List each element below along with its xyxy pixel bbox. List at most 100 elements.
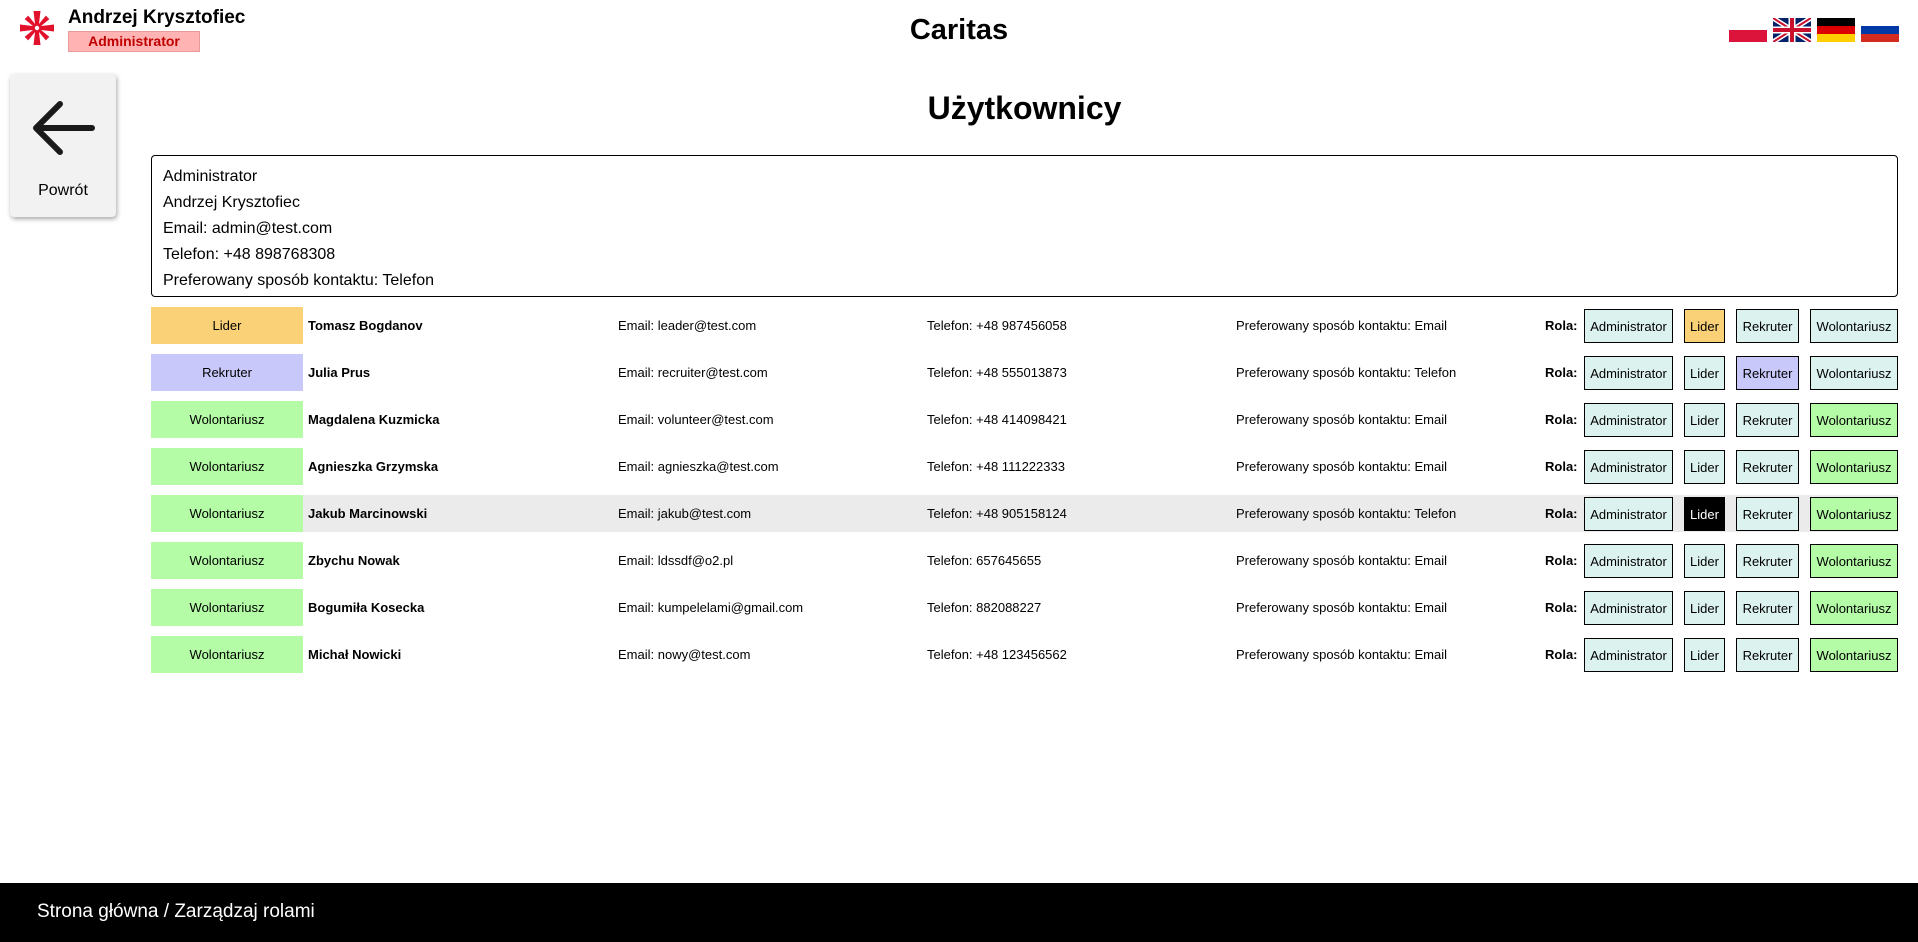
- user-email: Email: jakub@test.com: [618, 506, 752, 521]
- user-contact-preference: Preferowany sposób kontaktu: Email: [1236, 412, 1447, 427]
- role-label: Rola:: [1545, 600, 1578, 615]
- page-title: Użytkownicy: [927, 90, 1122, 126]
- user-email: Email: kumpelelami@gmail.com: [618, 600, 804, 615]
- user-phone: Telefon: +48 555013873: [927, 365, 1067, 380]
- user-contact-preference: Preferowany sposób kontaktu: Email: [1236, 459, 1447, 474]
- user-role-tag: Lider: [151, 307, 303, 344]
- set-role-rekruter-button[interactable]: Rekruter: [1736, 309, 1799, 343]
- current-user-email: Email: admin@test.com: [163, 220, 333, 237]
- user-role-tag: Wolontariusz: [151, 589, 303, 626]
- set-role-administrator-button[interactable]: Administrator: [1584, 356, 1673, 390]
- russia-flag-icon[interactable]: [1861, 18, 1899, 42]
- user-contact-preference: Preferowany sposób kontaktu: Telefon: [1236, 365, 1457, 380]
- user-role-tag: Wolontariusz: [151, 495, 303, 532]
- set-role-administrator-button[interactable]: Administrator: [1584, 309, 1673, 343]
- role-label: Rola:: [1545, 553, 1578, 568]
- users-list: Lider Tomasz Bogdanov Email: leader@test…: [151, 307, 1898, 683]
- set-role-rekruter-button[interactable]: Rekruter: [1736, 450, 1799, 484]
- user-row: Lider Tomasz Bogdanov Email: leader@test…: [151, 307, 1898, 344]
- germany-flag-icon[interactable]: [1817, 18, 1855, 42]
- set-role-rekruter-button[interactable]: Rekruter: [1736, 544, 1799, 578]
- role-label: Rola:: [1545, 412, 1578, 427]
- breadcrumb-home-link[interactable]: Strona główna: [37, 901, 158, 922]
- user-role-tag: Wolontariusz: [151, 636, 303, 673]
- set-role-lider-button[interactable]: Lider: [1684, 309, 1725, 343]
- set-role-wolontariusz-button[interactable]: Wolontariusz: [1810, 309, 1898, 343]
- user-row: Wolontariusz Jakub Marcinowski Email: ja…: [151, 495, 1898, 532]
- user-email: Email: volunteer@test.com: [618, 412, 774, 427]
- user-contact-preference: Preferowany sposób kontaktu: Email: [1236, 553, 1447, 568]
- user-row: Rekruter Julia Prus Email: recruiter@tes…: [151, 354, 1898, 391]
- user-role-tag: Wolontariusz: [151, 448, 303, 485]
- role-label: Rola:: [1545, 647, 1578, 662]
- set-role-wolontariusz-button[interactable]: Wolontariusz: [1810, 403, 1898, 437]
- role-label: Rola:: [1545, 459, 1578, 474]
- set-role-wolontariusz-button[interactable]: Wolontariusz: [1810, 591, 1898, 625]
- set-role-administrator-button[interactable]: Administrator: [1584, 638, 1673, 672]
- poland-flag-icon[interactable]: [1729, 18, 1767, 42]
- set-role-rekruter-button[interactable]: Rekruter: [1736, 591, 1799, 625]
- breadcrumb-separator: /: [158, 901, 175, 922]
- current-user-role: Administrator: [163, 168, 258, 185]
- set-role-rekruter-button[interactable]: Rekruter: [1736, 356, 1799, 390]
- set-role-lider-button[interactable]: Lider: [1684, 497, 1725, 531]
- uk-flag-icon[interactable]: [1773, 18, 1811, 42]
- user-row: Wolontariusz Magdalena Kuzmicka Email: v…: [151, 401, 1898, 438]
- set-role-administrator-button[interactable]: Administrator: [1584, 497, 1673, 531]
- user-phone: Telefon: +48 905158124: [927, 506, 1067, 521]
- set-role-rekruter-button[interactable]: Rekruter: [1736, 638, 1799, 672]
- user-contact-preference: Preferowany sposób kontaktu: Telefon: [1236, 506, 1457, 521]
- back-button[interactable]: Powrót: [10, 74, 116, 217]
- set-role-wolontariusz-button[interactable]: Wolontariusz: [1810, 356, 1898, 390]
- user-name: Jakub Marcinowski: [308, 506, 428, 521]
- user-email: Email: agnieszka@test.com: [618, 459, 779, 474]
- set-role-wolontariusz-button[interactable]: Wolontariusz: [1810, 450, 1898, 484]
- user-name: Agnieszka Grzymska: [308, 459, 439, 474]
- set-role-lider-button[interactable]: Lider: [1684, 544, 1725, 578]
- set-role-administrator-button[interactable]: Administrator: [1584, 591, 1673, 625]
- user-role-tag: Wolontariusz: [151, 401, 303, 438]
- breadcrumb: Strona główna / Zarządzaj rolami: [37, 901, 315, 923]
- set-role-lider-button[interactable]: Lider: [1684, 638, 1725, 672]
- back-button-label: Powrót: [38, 182, 88, 199]
- user-contact-preference: Preferowany sposób kontaktu: Email: [1236, 600, 1447, 615]
- set-role-administrator-button[interactable]: Administrator: [1584, 450, 1673, 484]
- role-label: Rola:: [1545, 318, 1578, 333]
- user-role-tag: Rekruter: [151, 354, 303, 391]
- set-role-administrator-button[interactable]: Administrator: [1584, 403, 1673, 437]
- user-name: Magdalena Kuzmicka: [308, 412, 440, 427]
- user-phone: Telefon: 882088227: [927, 600, 1042, 615]
- user-name: Zbychu Nowak: [308, 553, 400, 568]
- user-name: Michał Nowicki: [308, 647, 402, 662]
- current-user-card: Administrator Andrzej Krysztofiec Email:…: [151, 155, 1898, 297]
- user-phone: Telefon: +48 123456562: [927, 647, 1067, 662]
- user-name: Julia Prus: [308, 365, 371, 380]
- user-phone: Telefon: +48 414098421: [927, 412, 1067, 427]
- set-role-wolontariusz-button[interactable]: Wolontariusz: [1810, 638, 1898, 672]
- role-label: Rola:: [1545, 365, 1578, 380]
- user-role-tag: Wolontariusz: [151, 542, 303, 579]
- set-role-wolontariusz-button[interactable]: Wolontariusz: [1810, 497, 1898, 531]
- user-name: Tomasz Bogdanov: [308, 318, 423, 333]
- user-contact-preference: Preferowany sposób kontaktu: Email: [1236, 647, 1447, 662]
- user-phone: Telefon: +48 987456058: [927, 318, 1067, 333]
- language-switcher: [1729, 18, 1899, 42]
- user-phone: Telefon: 657645655: [927, 553, 1042, 568]
- set-role-lider-button[interactable]: Lider: [1684, 356, 1725, 390]
- set-role-wolontariusz-button[interactable]: Wolontariusz: [1810, 544, 1898, 578]
- set-role-administrator-button[interactable]: Administrator: [1584, 544, 1673, 578]
- set-role-rekruter-button[interactable]: Rekruter: [1736, 497, 1799, 531]
- user-contact-preference: Preferowany sposób kontaktu: Email: [1236, 318, 1447, 333]
- arrow-left-icon: [33, 101, 95, 155]
- set-role-lider-button[interactable]: Lider: [1684, 450, 1725, 484]
- breadcrumb-manage-roles: Zarządzaj rolami: [174, 901, 315, 922]
- set-role-rekruter-button[interactable]: Rekruter: [1736, 403, 1799, 437]
- user-email: Email: ldssdf@o2.pl: [618, 553, 734, 568]
- current-user-phone: Telefon: +48 898768308: [163, 246, 336, 263]
- user-row: Wolontariusz Michał Nowicki Email: nowy@…: [151, 636, 1898, 673]
- user-email: Email: recruiter@test.com: [618, 365, 768, 380]
- set-role-lider-button[interactable]: Lider: [1684, 591, 1725, 625]
- user-email: Email: leader@test.com: [618, 318, 757, 333]
- set-role-lider-button[interactable]: Lider: [1684, 403, 1725, 437]
- user-row: Wolontariusz Agnieszka Grzymska Email: a…: [151, 448, 1898, 485]
